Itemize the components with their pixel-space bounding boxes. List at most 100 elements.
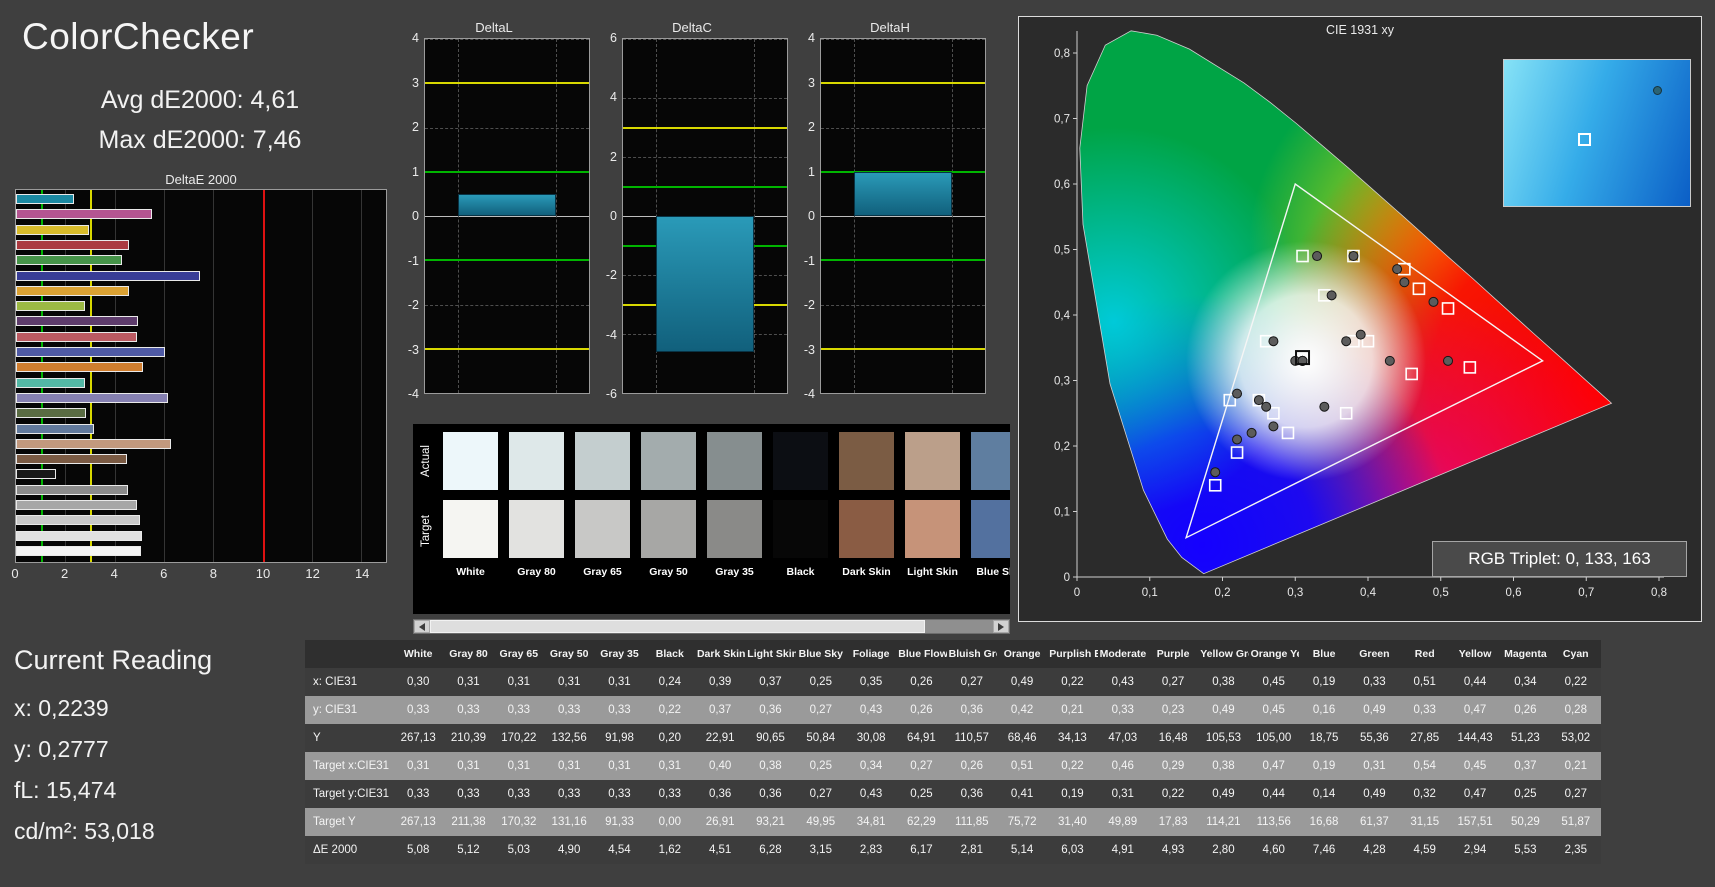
avg-de2000-readout: Avg dE2000: 4,61 (100, 86, 300, 114)
table-cell: 5,08 (406, 844, 430, 856)
deltae-bar-purple (16, 316, 138, 327)
table-cell: 0,31 (457, 676, 480, 688)
table-cell: 0,47 (1262, 760, 1285, 772)
target-patch-white (443, 500, 498, 558)
current-patch-inset (1503, 59, 1691, 207)
table-cell: 0,26 (960, 760, 983, 772)
table-cell: 0,31 (406, 760, 430, 772)
table-cell: 0,22 (1061, 760, 1084, 772)
table-cell: 51,23 (1510, 732, 1540, 744)
table-cell: 0,22 (1061, 676, 1084, 688)
table-cell: 91,33 (605, 816, 634, 828)
table-cell: 0,31 (1111, 788, 1134, 800)
table-cell: 0,49 (1363, 788, 1386, 800)
table-cell: 0,47 (1463, 704, 1487, 716)
current-reading-title: Current Reading (14, 645, 213, 675)
actual-patch-blue-sky (971, 432, 1010, 490)
target-patch-blue-sky (971, 500, 1010, 558)
table-cell: 0,45 (1463, 760, 1487, 772)
scroll-left-button[interactable] (414, 620, 430, 633)
table-cell: 0,31 (507, 676, 531, 688)
table-cell: 131,16 (551, 816, 587, 828)
actual-patch-gray-50 (641, 432, 696, 490)
deltah-chart: DeltaH 4 3 2 1 0 -1 -2 -3 -4 (794, 20, 986, 401)
target-patch-gray-50 (641, 500, 696, 558)
deltae-bar-orange (16, 362, 143, 373)
deltae-bar-gray-65 (16, 515, 141, 526)
actual-patch-black (773, 432, 828, 490)
deltaH-guide-line (952, 39, 954, 393)
table-cell: 0,36 (759, 704, 782, 716)
deltae-bar-red (16, 239, 130, 250)
deltaL-gridline (425, 304, 589, 306)
table-cell: 0,19 (1312, 676, 1336, 688)
table-cell: 132,56 (551, 732, 587, 744)
scroll-right-button[interactable] (993, 620, 1009, 633)
cie-y-tick-label: 0,2 (1054, 441, 1070, 453)
deltae2000-x-axis: 0 2 4 6 8 10 12 14 (11, 566, 387, 584)
column-header-blue-sky: Blue Sky (795, 640, 846, 668)
table-cell: 0,44 (1463, 676, 1487, 688)
table-cell: 0,33 (406, 704, 430, 716)
deltaH-tick-label: 1 (808, 164, 815, 179)
deltaC-tick-label: 2 (610, 149, 617, 164)
deltaC-gridline (623, 393, 787, 394)
table-cell: 1,62 (658, 844, 681, 856)
patch-label: White (456, 566, 485, 578)
deltae-bar-orange-yellow (16, 285, 130, 296)
table-cell: 157,51 (1457, 816, 1493, 828)
patch-strip-scrollbar[interactable] (413, 619, 1010, 634)
right-arrow-icon (998, 622, 1004, 631)
deltac-y-axis: 6 4 2 0 -2 -4 -6 (596, 31, 622, 401)
deltaC-gridline (623, 157, 787, 158)
table-cell: 0,33 (457, 704, 480, 716)
table-cell: 68,46 (1007, 732, 1037, 744)
scrollbar-thumb[interactable] (430, 620, 926, 633)
table-cell: 0,36 (960, 788, 983, 800)
table-cell: 0,27 (809, 704, 832, 716)
row-label: Target y:CIE31 (313, 788, 390, 800)
deltae-bar-gray-50 (16, 500, 137, 510)
yellow-ref-line (821, 82, 985, 85)
table-cell: 4,93 (1161, 844, 1185, 856)
table-cell: 0,33 (1363, 676, 1386, 688)
column-header-gray-35: Gray 35 (594, 640, 645, 668)
current-reading-x: x: 0,2239 (14, 695, 109, 721)
deltaH-gridline (821, 39, 985, 40)
table-cell: 7,46 (1312, 844, 1336, 856)
table-row-target-x-cie31: Target x:CIE31 0,31 0,31 0,31 0,31 0,31 0,31 0,… (305, 752, 1601, 780)
table-cell: 267,13 (400, 732, 436, 744)
cie-y-tick-label: 0 (1064, 572, 1070, 584)
cie-y-tick-label: 0,6 (1054, 179, 1070, 191)
column-header-gray-65: Gray 65 (493, 640, 544, 668)
column-header-gray-50: Gray 50 (543, 640, 595, 668)
table-cell: 90,65 (756, 732, 785, 744)
column-header-purplish-blue: Purplish Blue (1047, 640, 1098, 668)
table-cell: 5,14 (1010, 844, 1034, 856)
cie-x-tick-label: 0 (1074, 587, 1080, 599)
table-row-target-y-cie31: Target y:CIE31 0,33 0,33 0,33 0,33 0,33 0,33 0,… (305, 780, 1601, 808)
cie-x-tick-label: 0,7 (1578, 587, 1594, 599)
deltaH-bar (853, 171, 953, 216)
patch-label: Black (786, 566, 815, 578)
measured-point (1341, 336, 1352, 347)
patch-label: Gray 65 (583, 566, 622, 578)
table-cell: 4,90 (557, 844, 581, 856)
column-header-purple: Purple (1147, 640, 1199, 668)
table-cell: 0,39 (708, 676, 732, 688)
rgb-triplet-readout: RGB Triplet: 0, 133, 163 (1432, 541, 1687, 577)
row-label: Target x:CIE31 (313, 760, 390, 772)
table-cell: 93,21 (756, 816, 785, 828)
actual-patch-row (443, 432, 1010, 490)
deltae-bar-purplish-blue (16, 347, 165, 357)
scrollbar-track[interactable] (430, 620, 993, 633)
deltaC-tick-label: -4 (605, 327, 617, 342)
deltae-bar-magenta (16, 209, 153, 220)
deltaL-gridline (425, 393, 589, 394)
table-cell: 0,26 (910, 704, 933, 716)
table-cell: 0,25 (1514, 788, 1537, 800)
measured-point (1399, 277, 1410, 288)
table-cell: 4,60 (1262, 844, 1285, 856)
table-cell: 62,29 (907, 816, 936, 828)
deltaL-tick-label: 2 (412, 120, 419, 134)
